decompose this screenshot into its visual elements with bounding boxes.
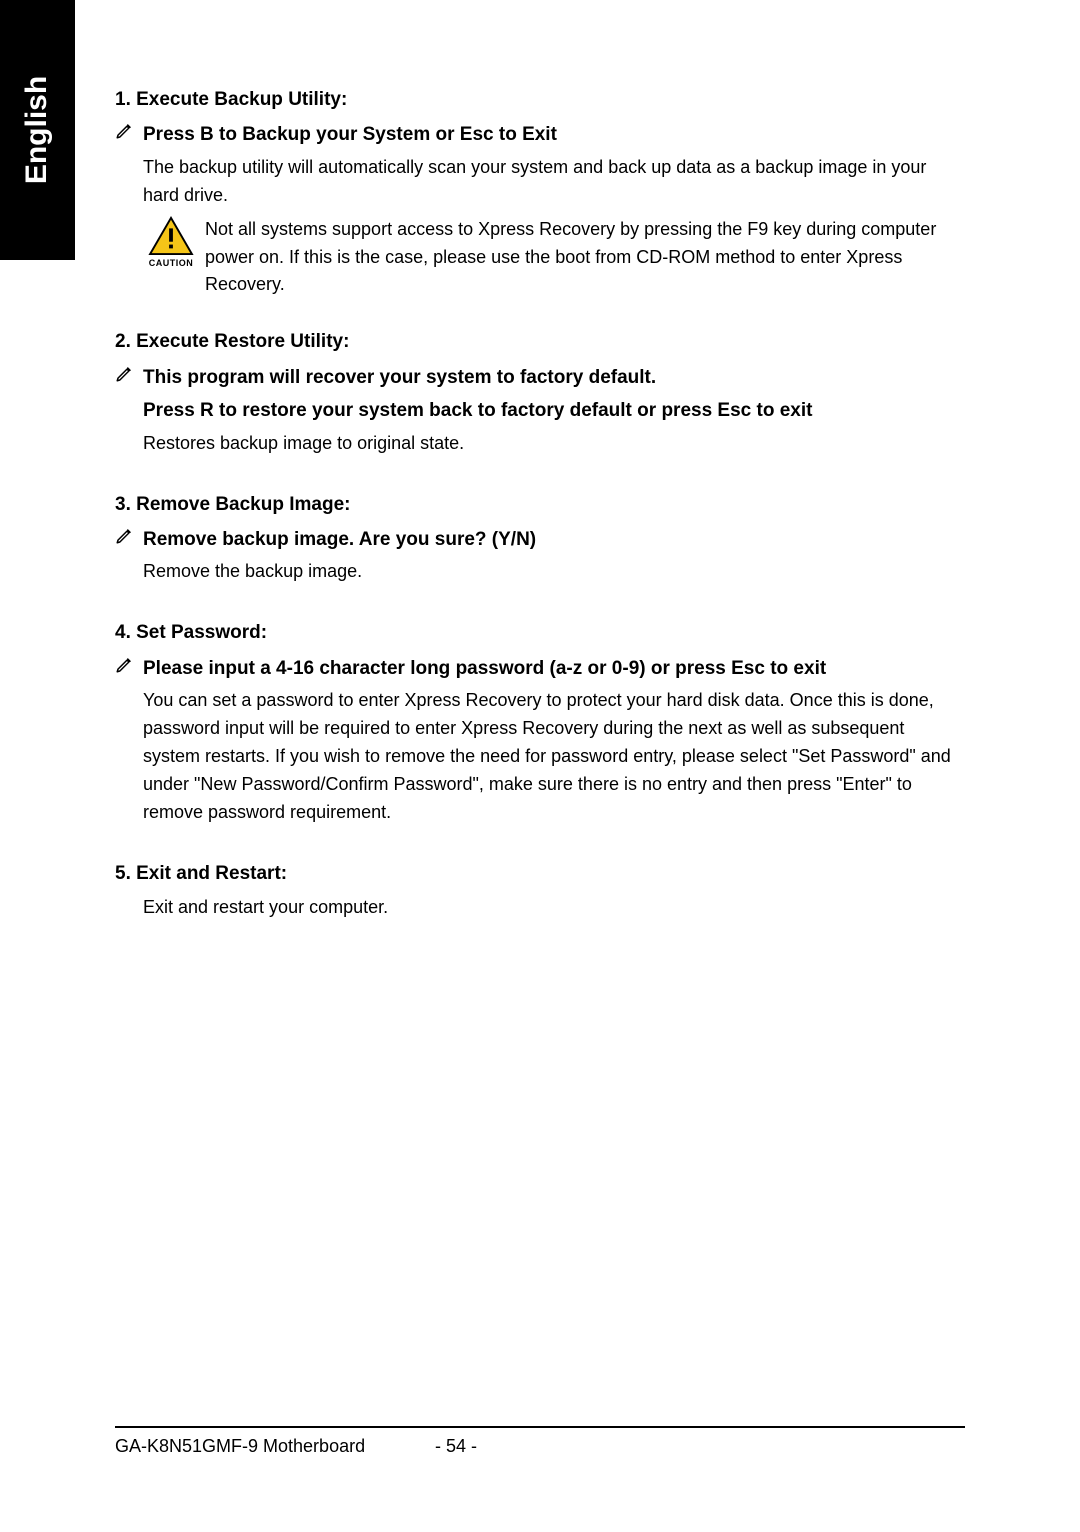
section-4-body: Please input a 4-16 character long passw… [115,654,965,831]
section-1-desc: The backup utility will automatically sc… [143,154,965,210]
footer-rule [115,1426,965,1428]
section-2-heading: 2. Execute Restore Utility: [115,327,965,356]
section-1-body: Press B to Backup your System or Esc to … [115,120,965,299]
section-2-subtitle-2: Press R to restore your system back to f… [143,396,965,425]
section-3-subtitle: Remove backup image. Are you sure? (Y/N) [143,525,965,554]
section-5-desc: Exit and restart your computer. [143,894,965,922]
section-5-body: Exit and restart your computer. [115,894,965,926]
section-4-subtitle: Please input a 4-16 character long passw… [143,654,965,683]
pencil-icon [115,363,143,383]
footer-page-number: - 54 - [435,1436,477,1457]
pencil-icon [115,654,143,674]
section-3-body: Remove backup image. Are you sure? (Y/N)… [115,525,965,590]
language-tab: English [0,0,75,260]
caution-icon [148,216,194,256]
spacer [115,894,143,896]
caution-text: Not all systems support access to Xpress… [205,216,965,300]
page-footer: GA-K8N51GMF-9 Motherboard - 54 - [115,1426,965,1457]
footer-product: GA-K8N51GMF-9 Motherboard [115,1436,435,1457]
caution-block: CAUTION Not all systems support access t… [143,216,965,300]
section-1-heading: 1. Execute Backup Utility: [115,85,965,114]
pencil-icon [115,120,143,140]
section-2-body: This program will recover your system to… [115,363,965,462]
section-2-subtitle-1: This program will recover your system to… [143,363,965,392]
caution-label: CAUTION [149,257,194,271]
page-content: 1. Execute Backup Utility: Press B to Ba… [115,85,965,926]
language-label: English [21,76,55,184]
section-3-heading: 3. Remove Backup Image: [115,490,965,519]
section-4-heading: 4. Set Password: [115,618,965,647]
section-5-heading: 5. Exit and Restart: [115,859,965,888]
section-1-subtitle: Press B to Backup your System or Esc to … [143,120,965,149]
section-3-desc: Remove the backup image. [143,558,965,586]
section-4-desc: You can set a password to enter Xpress R… [143,687,965,826]
pencil-icon [115,525,143,545]
section-2-desc: Restores backup image to original state. [143,430,965,458]
